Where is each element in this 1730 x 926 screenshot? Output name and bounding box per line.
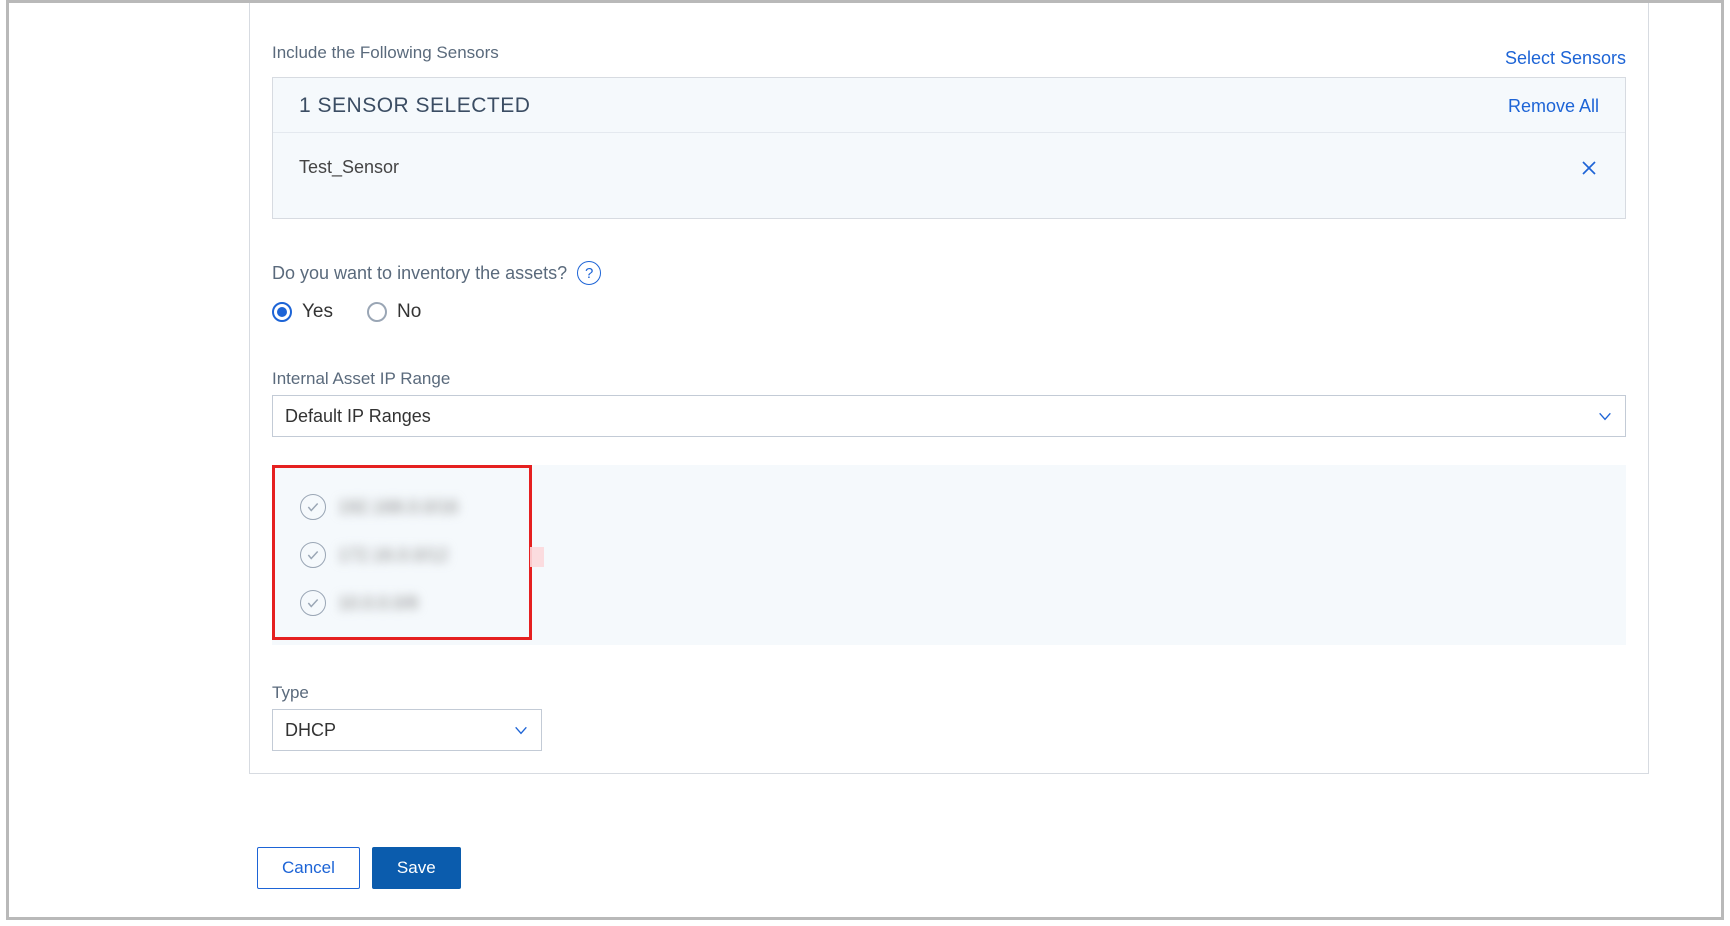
sensors-header-row: Include the Following Sensors Select Sen…	[272, 25, 1626, 69]
form-panel: Include the Following Sensors Select Sen…	[249, 3, 1649, 774]
chevron-down-icon	[1597, 408, 1613, 424]
ip-list-panel: 192.168.0.0/16 172.16.0.0/12 10.0.0.0/8	[272, 465, 1626, 645]
ip-range-item[interactable]: 192.168.0.0/16	[272, 483, 1626, 531]
sensor-name: Test_Sensor	[299, 157, 399, 178]
footer-actions: Cancel Save	[257, 847, 461, 889]
check-circle-icon	[300, 590, 326, 616]
remove-all-link[interactable]: Remove All	[1508, 96, 1599, 117]
annotation-marker	[530, 547, 544, 567]
radio-yes-outer	[272, 302, 292, 322]
ip-range-value: 172.16.0.0/12	[338, 545, 448, 566]
sensor-selected-count: 1 SENSOR SELECTED	[299, 94, 530, 118]
inventory-radio-group: Yes No	[272, 301, 1626, 323]
radio-yes[interactable]: Yes	[272, 301, 333, 323]
sensors-section-label: Include the Following Sensors	[272, 43, 499, 63]
radio-no-label: No	[397, 301, 421, 323]
chevron-down-icon	[513, 722, 529, 738]
ip-range-select[interactable]: Default IP Ranges	[272, 395, 1626, 437]
radio-no[interactable]: No	[367, 301, 421, 323]
help-icon[interactable]: ?	[577, 261, 601, 285]
ip-range-selected-value: Default IP Ranges	[285, 406, 431, 427]
sensor-box-header: 1 SENSOR SELECTED Remove All	[273, 78, 1625, 133]
remove-sensor-button[interactable]	[1579, 158, 1599, 178]
close-icon	[1580, 159, 1598, 177]
check-circle-icon	[300, 542, 326, 568]
type-label: Type	[272, 683, 1626, 703]
type-select[interactable]: DHCP	[272, 709, 542, 751]
cancel-button[interactable]: Cancel	[257, 847, 360, 889]
ip-range-label: Internal Asset IP Range	[272, 369, 1626, 389]
inventory-question-label: Do you want to inventory the assets?	[272, 263, 567, 284]
radio-yes-inner	[277, 307, 287, 317]
type-selected-value: DHCP	[285, 720, 336, 741]
sensor-row: Test_Sensor	[273, 133, 1625, 218]
ip-range-value: 10.0.0.0/8	[338, 593, 418, 614]
page-frame: Include the Following Sensors Select Sen…	[6, 0, 1724, 920]
ip-range-item[interactable]: 10.0.0.0/8	[272, 579, 1626, 627]
sensor-selection-box: 1 SENSOR SELECTED Remove All Test_Sensor	[272, 77, 1626, 219]
check-circle-icon	[300, 494, 326, 520]
radio-no-outer	[367, 302, 387, 322]
ip-range-value: 192.168.0.0/16	[338, 497, 458, 518]
save-button[interactable]: Save	[372, 847, 461, 889]
ip-range-item[interactable]: 172.16.0.0/12	[272, 531, 1626, 579]
select-sensors-link[interactable]: Select Sensors	[1505, 48, 1626, 69]
radio-yes-label: Yes	[302, 301, 333, 323]
inventory-question-row: Do you want to inventory the assets? ?	[272, 261, 1626, 285]
